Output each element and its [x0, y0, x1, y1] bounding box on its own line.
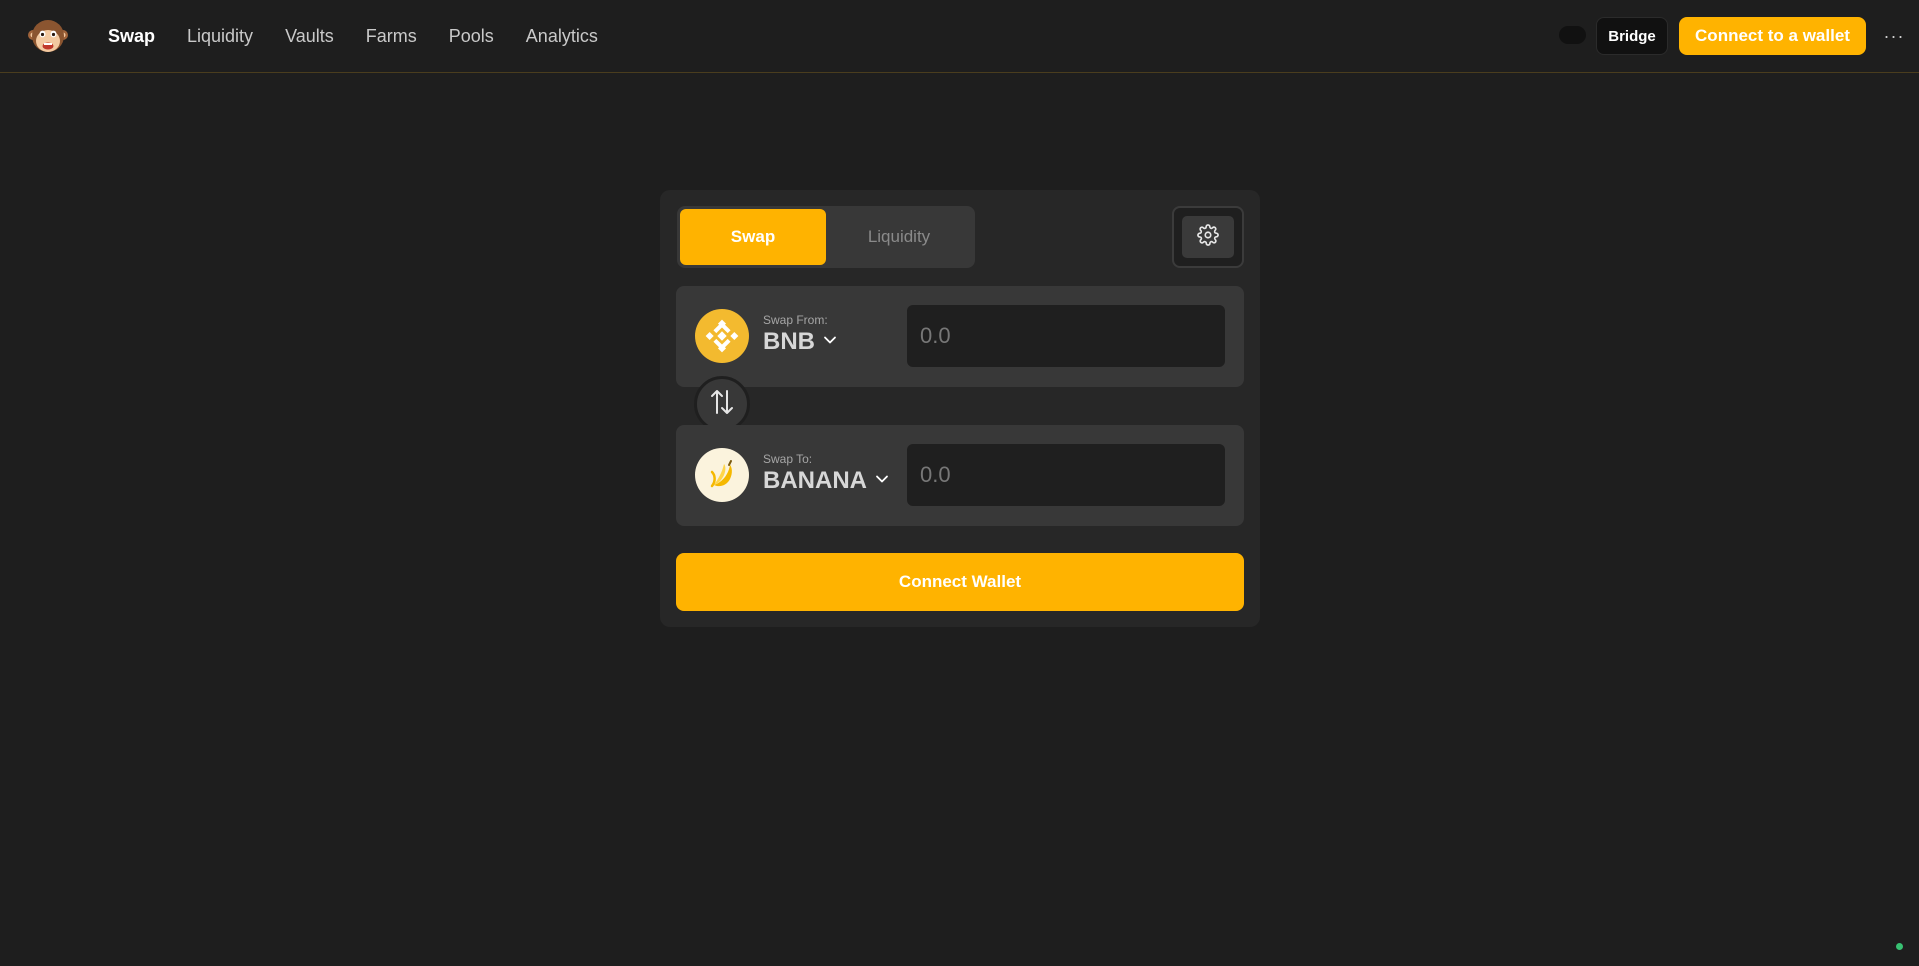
nav-link-vaults[interactable]: Vaults	[285, 26, 334, 47]
status-indicator	[1896, 943, 1903, 950]
theme-toggle[interactable]	[1559, 26, 1586, 44]
tab-liquidity[interactable]: Liquidity	[826, 209, 972, 265]
nav-link-swap[interactable]: Swap	[108, 26, 155, 47]
swap-from-label: Swap From:	[763, 313, 828, 327]
nav-link-pools[interactable]: Pools	[449, 26, 494, 47]
tab-swap[interactable]: Swap	[680, 209, 826, 265]
swap-to-label: Swap To:	[763, 452, 813, 466]
main-nav: Swap Liquidity Vaults Farms Pools Analyt…	[108, 0, 630, 72]
banana-token-icon	[695, 448, 749, 502]
nav-link-farms[interactable]: Farms	[366, 26, 417, 47]
gear-icon	[1197, 223, 1219, 251]
swap-from-panel: Swap From: BNB	[676, 286, 1244, 387]
connect-to-wallet-button[interactable]: Connect to a wallet	[1679, 17, 1866, 55]
swap-from-amount-input[interactable]	[907, 305, 1225, 367]
swap-to-panel: Swap To: BANANA	[676, 425, 1244, 526]
nav-link-liquidity[interactable]: Liquidity	[187, 26, 253, 47]
switch-direction-button[interactable]	[694, 376, 750, 432]
chevron-down-icon	[823, 333, 837, 352]
settings-button[interactable]	[1182, 216, 1234, 258]
swap-to-token-select[interactable]: BANANA	[763, 467, 889, 495]
nav-link-analytics[interactable]: Analytics	[526, 26, 598, 47]
swap-from-symbol: BNB	[763, 328, 815, 355]
swap-arrows-icon	[709, 387, 735, 422]
connect-wallet-button[interactable]: Connect Wallet	[676, 553, 1244, 611]
swap-to-symbol: BANANA	[763, 467, 867, 494]
chevron-down-icon	[875, 472, 889, 491]
settings-container	[1172, 206, 1244, 268]
more-menu-button[interactable]: ···	[1882, 25, 1906, 47]
swap-from-token-select[interactable]: BNB	[763, 328, 837, 356]
swap-liquidity-tabs: Swap Liquidity	[677, 206, 975, 268]
bnb-token-icon	[695, 309, 749, 363]
bridge-button[interactable]: Bridge	[1596, 17, 1668, 55]
top-navbar: Swap Liquidity Vaults Farms Pools Analyt…	[0, 0, 1919, 73]
swap-to-amount-input[interactable]	[907, 444, 1225, 506]
monkey-logo-icon[interactable]	[27, 15, 69, 57]
swap-card: Swap Liquidity Swap From: BNB 0.0 Swap T…	[660, 190, 1260, 627]
